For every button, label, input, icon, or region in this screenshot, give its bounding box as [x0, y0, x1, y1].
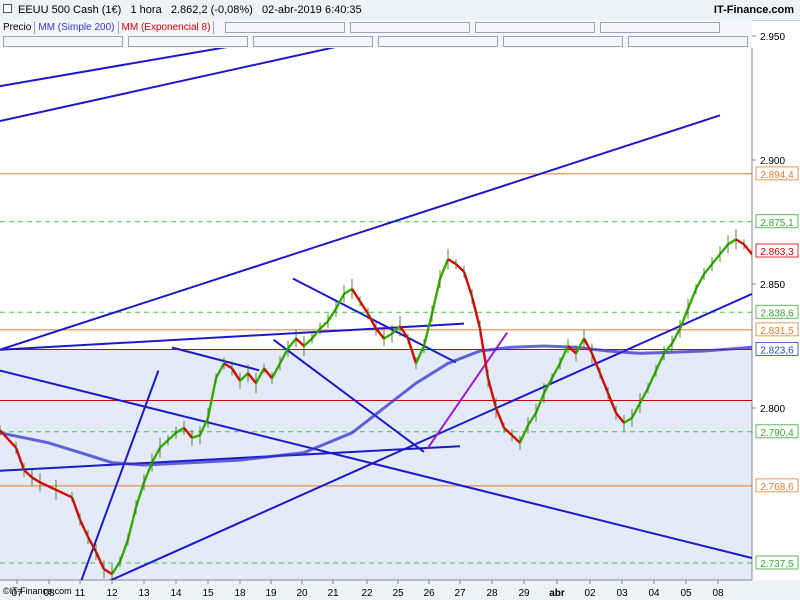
level-label: 2.863,3 — [760, 247, 794, 258]
level-label: 2.823,6 — [760, 345, 794, 356]
x-tick-label: abr — [549, 588, 565, 599]
y-tick-label: 2.900 — [760, 156, 785, 167]
level-label: 2.737,5 — [760, 559, 794, 570]
x-tick-label: 26 — [423, 588, 435, 599]
x-tick-label: 14 — [170, 588, 182, 599]
y-tick-label: 2.800 — [760, 404, 785, 415]
x-tick-label: 13 — [138, 588, 150, 599]
x-tick-label: 05 — [680, 588, 692, 599]
y-tick-label: 2.850 — [760, 280, 785, 291]
x-tick-label: 04 — [648, 588, 660, 599]
x-tick-label: 22 — [361, 588, 373, 599]
x-tick-label: 25 — [392, 588, 404, 599]
level-label: 2.790,4 — [760, 428, 794, 439]
y-tick-label: 2.950 — [760, 32, 785, 43]
copyright: ©IT-Finance.com — [3, 586, 72, 596]
x-tick-label: 18 — [234, 588, 246, 599]
x-tick-label: 15 — [202, 588, 214, 599]
x-tick-label: 12 — [106, 588, 118, 599]
price-chart[interactable]: 2.894,4 2.875,1 2.863,3 2.838,6 2.831,5 2.823… — [0, 0, 800, 600]
x-tick-label: 29 — [518, 588, 530, 599]
level-label: 2.838,6 — [760, 308, 794, 319]
x-tick-label: 20 — [296, 588, 308, 599]
x-tick-label: 19 — [265, 588, 277, 599]
x-tick-label: 27 — [454, 588, 466, 599]
level-label: 2.831,5 — [760, 326, 794, 337]
level-label: 2.768,6 — [760, 482, 794, 493]
x-tick-label: 02 — [584, 588, 596, 599]
level-label: 2.894,4 — [760, 170, 794, 181]
x-tick-label: 28 — [486, 588, 498, 599]
level-label: 2.875,1 — [760, 218, 794, 229]
x-tick-label: 08 — [712, 588, 724, 599]
x-tick-label: 11 — [75, 588, 86, 599]
x-tick-label: 21 — [327, 588, 339, 599]
x-tick-label: 03 — [616, 588, 628, 599]
